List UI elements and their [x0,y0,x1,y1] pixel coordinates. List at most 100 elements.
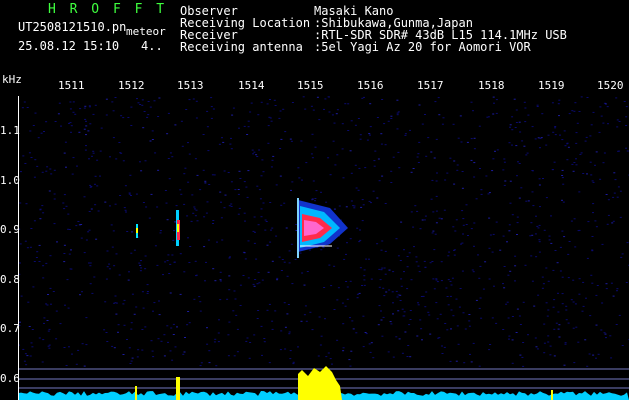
y-axis-line [18,96,19,400]
noise-speck [369,351,372,353]
noise-speck [398,167,401,169]
noise-speck [89,262,92,264]
noise-speck [378,268,381,270]
noise-speck [472,271,475,273]
noise-speck [399,300,402,301]
noise-speck [336,109,339,111]
noise-speck [351,320,354,322]
noise-speck [345,253,347,255]
noise-speck [292,361,295,363]
noise-speck [559,246,562,248]
noise-speck [592,181,595,183]
noise-speck [255,258,258,260]
noise-speck [522,365,525,367]
noise-speck [192,98,195,100]
noise-speck [111,101,114,103]
noise-speck [618,150,621,152]
noise-speck [333,309,336,310]
noise-speck [421,339,423,341]
noise-speck [208,362,211,364]
noise-speck [550,215,552,217]
noise-speck [516,234,518,235]
noise-speck [359,229,361,231]
noise-speck [115,313,118,315]
noise-speck [196,220,199,222]
noise-speck [192,212,195,214]
noise-speck [282,108,285,110]
noise-speck [550,242,553,244]
noise-speck [316,96,319,98]
noise-speck [565,309,568,311]
noise-speck [413,246,415,248]
noise-speck [359,134,362,136]
noise-speck [363,269,366,271]
noise-speck [410,279,413,281]
noise-speck [128,271,130,273]
noise-speck [453,254,456,256]
noise-speck [360,206,363,208]
noise-speck [189,246,192,247]
noise-speck [41,205,44,207]
noise-speck [115,158,118,160]
noise-speck [350,350,353,352]
noise-speck [492,113,495,115]
noise-speck [327,352,330,354]
noise-speck [119,195,122,196]
noise-speck [42,277,45,279]
noise-speck [551,102,554,104]
noise-speck [356,293,359,295]
noise-speck [246,134,249,135]
noise-speck [578,111,581,112]
noise-speck [117,324,120,326]
noise-speck [128,193,131,195]
noise-speck [33,261,36,262]
noise-speck [472,110,474,112]
noise-speck [524,264,527,266]
noise-speck [301,272,304,274]
noise-speck [94,175,97,177]
noise-speck [230,203,233,205]
noise-speck [446,329,449,331]
noise-speck [566,159,569,161]
noise-speck [495,112,498,114]
noise-speck [266,244,269,246]
noise-speck [63,152,66,154]
noise-speck [363,284,366,286]
noise-speck [567,146,570,148]
noise-speck [431,261,434,262]
noise-speck [336,154,339,156]
noise-speck [228,257,231,259]
noise-speck [381,335,384,337]
noise-speck [342,347,345,349]
noise-speck [591,250,594,252]
noise-speck [541,113,544,115]
noise-speck [289,350,292,352]
noise-speck [554,127,557,129]
noise-speck [318,119,321,121]
noise-speck [280,330,283,332]
noise-speck [329,358,332,360]
noise-speck [380,310,382,312]
noise-speck [216,241,218,243]
noise-speck [556,262,559,264]
noise-speck [493,102,495,104]
noise-speck [63,194,66,196]
noise-speck [268,303,271,305]
noise-speck [525,200,528,202]
noise-speck [457,343,460,345]
noise-speck [600,115,603,117]
noise-speck [541,287,544,289]
noise-speck [45,170,48,172]
noise-speck [395,290,398,292]
noise-speck [146,291,149,292]
noise-speck [417,265,420,267]
noise-speck [85,344,88,346]
noise-speck [558,115,560,117]
noise-speck [258,282,261,284]
noise-speck [441,353,444,354]
noise-speck [112,110,115,112]
noise-speck [295,224,298,225]
noise-speck [468,314,471,315]
noise-speck [288,333,291,335]
noise-speck [513,98,516,100]
